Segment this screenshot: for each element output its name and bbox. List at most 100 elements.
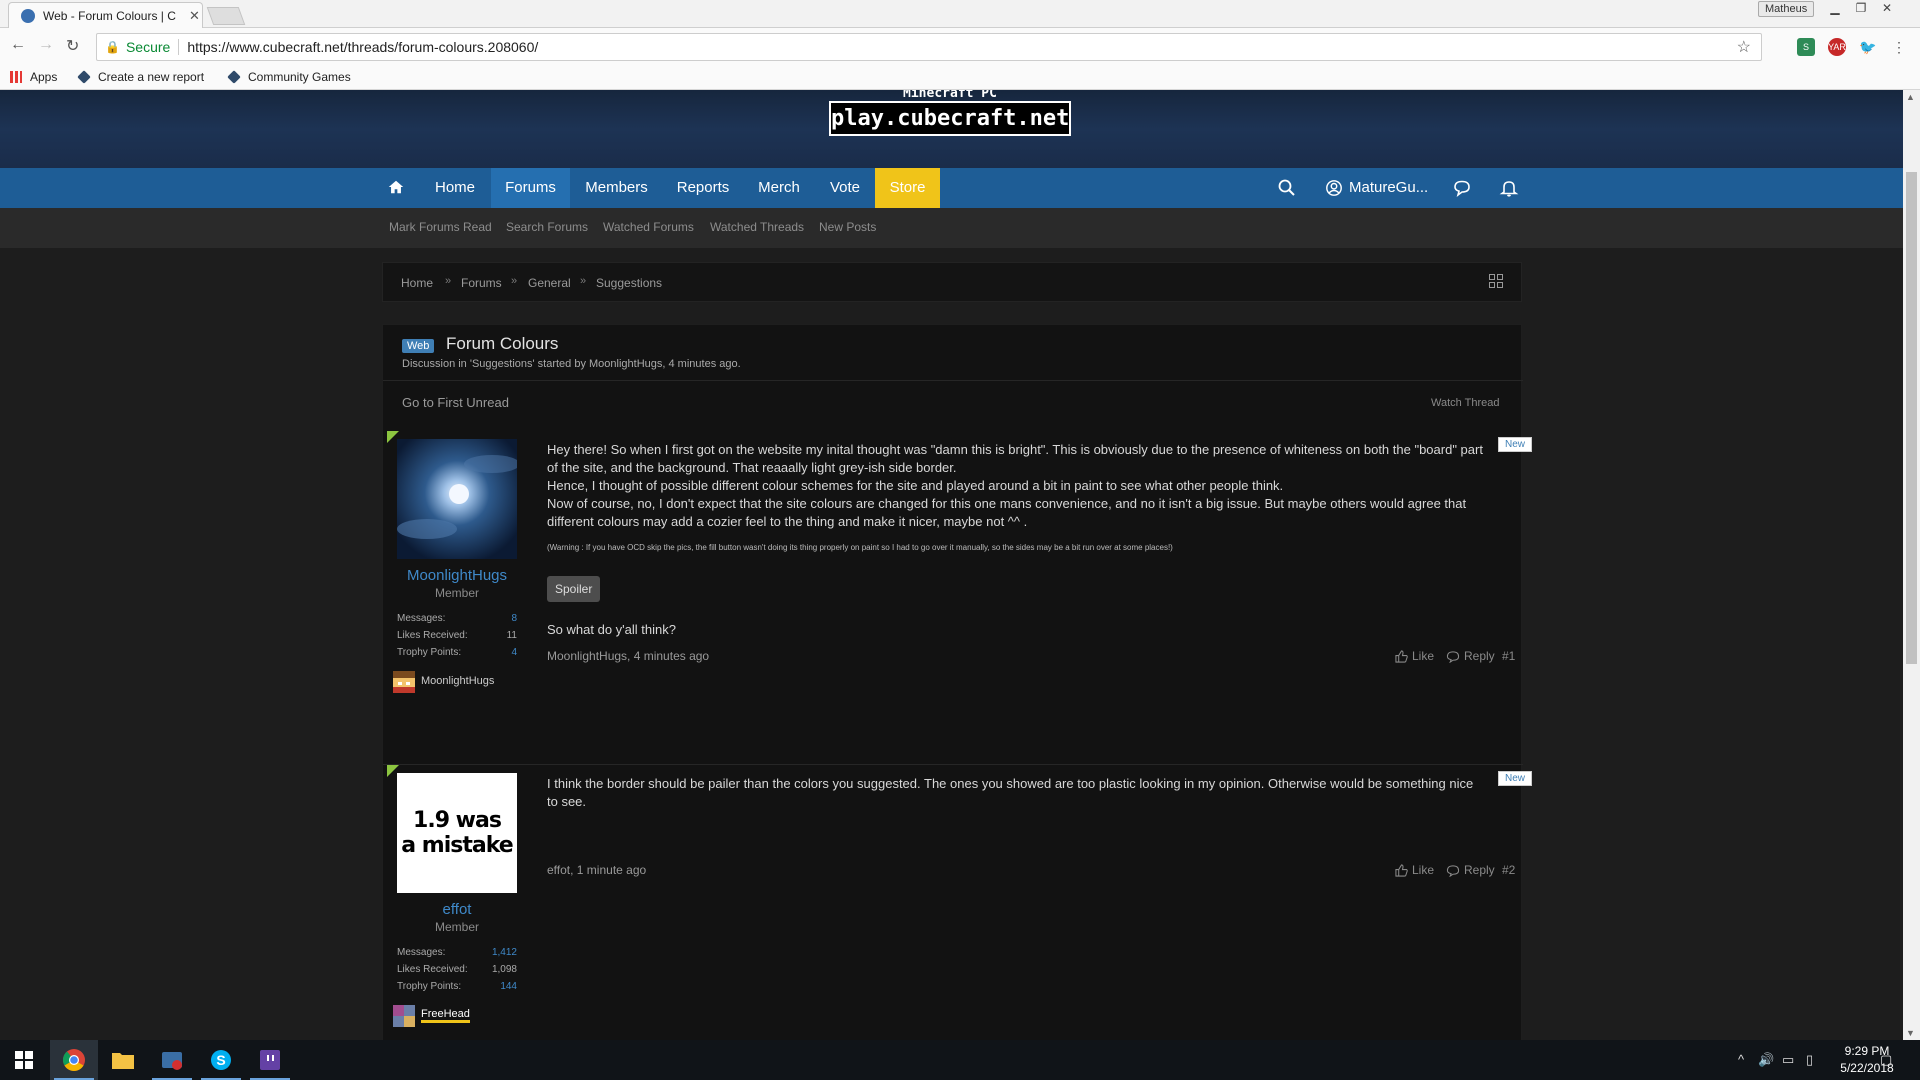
folder-icon — [112, 1053, 134, 1069]
taskbar-app[interactable] — [148, 1040, 196, 1080]
watched-forums-link[interactable]: Watched Forums — [603, 220, 694, 234]
stat-value[interactable]: 4 — [511, 647, 517, 658]
post-paragraph: Hence, I thought of possible different c… — [547, 478, 1284, 493]
reload-icon[interactable]: ↻ — [66, 36, 79, 56]
sub-nav: Mark Forums Read Search Forums Watched F… — [0, 208, 1903, 248]
extension-icon[interactable]: YAR — [1828, 38, 1846, 56]
hero-banner: Minecraft PC IP: play.cubecraft.net — [0, 90, 1903, 168]
taskbar-file-explorer[interactable] — [99, 1040, 147, 1080]
notifications-icon[interactable]: ▢ — [1880, 1052, 1892, 1068]
minimize-icon[interactable]: ▁ — [1822, 0, 1848, 18]
tab-active[interactable]: Web - Forum Colours | C ✕ — [8, 2, 203, 28]
nav-vote[interactable]: Vote — [820, 168, 870, 208]
breadcrumb-forums[interactable]: Forums — [461, 276, 502, 290]
nav-forums[interactable]: Forums — [491, 168, 570, 208]
stat-trophy: Trophy Points: 4 — [397, 647, 517, 658]
restore-icon[interactable]: ❐ — [1848, 0, 1874, 18]
mark-forums-read-link[interactable]: Mark Forums Read — [389, 220, 492, 234]
taskbar-skype[interactable]: S — [197, 1040, 245, 1080]
start-button[interactable] — [0, 1040, 48, 1080]
post-username[interactable]: effot — [383, 901, 531, 918]
go-to-first-unread-link[interactable]: Go to First Unread — [402, 395, 509, 410]
scroll-up-icon[interactable]: ▲ — [1906, 92, 1915, 102]
stat-value[interactable]: 144 — [500, 981, 517, 992]
volume-icon[interactable]: 🔊 — [1758, 1052, 1774, 1068]
tab-title: Web - Forum Colours | C — [43, 8, 176, 23]
search-forums-link[interactable]: Search Forums — [506, 220, 588, 234]
breadcrumb-separator: » — [445, 275, 452, 287]
back-icon[interactable]: ← — [10, 36, 26, 54]
breadcrumb-home[interactable]: Home — [401, 276, 433, 290]
language-icon[interactable]: ▯ — [1806, 1052, 1813, 1068]
menu-icon[interactable]: ⋮ — [1890, 38, 1908, 56]
post: 1.9 was a mistake effot Member Messages:… — [383, 765, 1533, 1040]
stat-value[interactable]: 1,412 — [492, 947, 517, 958]
twitter-icon[interactable]: 🐦 — [1859, 38, 1877, 56]
badge-name: FreeHead — [421, 1008, 470, 1023]
avatar-text: 1.9 was — [413, 808, 502, 833]
network-icon[interactable]: ▭ — [1782, 1052, 1794, 1068]
thread-header: Web Forum Colours Discussion in 'Suggest… — [383, 325, 1523, 381]
account-menu[interactable]: MatureGu... — [1325, 168, 1428, 208]
reply-button[interactable]: Reply — [1446, 649, 1495, 663]
user-title: Member — [434, 586, 479, 600]
avatar-text: a mistake — [401, 833, 513, 858]
breadcrumb-separator: » — [511, 275, 518, 287]
reply-button[interactable]: Reply — [1446, 863, 1495, 877]
post-permalink[interactable]: #2 — [1502, 863, 1515, 877]
window-close-icon[interactable]: ✕ — [1874, 0, 1900, 18]
profile-button[interactable]: Matheus — [1758, 1, 1815, 17]
breadcrumb-general[interactable]: General — [528, 276, 571, 290]
watch-thread-link[interactable]: Watch Thread — [1431, 397, 1499, 409]
windows-logo-icon — [15, 1051, 33, 1069]
new-post-badge: New — [1498, 771, 1533, 786]
post-body: I think the border should be pailer than… — [547, 775, 1487, 811]
post-footer-meta[interactable]: effot, 1 minute ago — [547, 863, 646, 877]
home-icon[interactable] — [387, 178, 405, 196]
scroll-down-icon[interactable]: ▼ — [1906, 1028, 1915, 1038]
scrollbar-thumb[interactable] — [1906, 172, 1917, 664]
address-bar[interactable]: 🔒 Secure https://www.cubecraft.net/threa… — [96, 33, 1762, 61]
bookmark-star-icon[interactable]: ☆ — [1737, 37, 1751, 57]
post-permalink[interactable]: #1 — [1502, 649, 1515, 663]
bookmark-apps[interactable]: Apps — [10, 70, 57, 84]
conversations-icon[interactable] — [1452, 178, 1472, 198]
forward-icon[interactable]: → — [38, 36, 54, 54]
bookmark-community-games[interactable]: Community Games — [227, 70, 351, 84]
tab-close-icon[interactable]: ✕ — [189, 8, 200, 24]
svg-text:S: S — [216, 1052, 225, 1068]
new-posts-link[interactable]: New Posts — [819, 220, 876, 234]
post-paragraph: I think the border should be pailer than… — [547, 776, 1474, 809]
alerts-bell-icon[interactable] — [1499, 178, 1519, 198]
watched-threads-link[interactable]: Watched Threads — [710, 220, 804, 234]
new-tab-button[interactable] — [206, 7, 246, 25]
search-icon[interactable] — [1277, 178, 1297, 198]
post-username[interactable]: MoonlightHugs — [383, 567, 531, 584]
bookmark-create-report[interactable]: Create a new report — [77, 70, 204, 84]
post-footer-meta[interactable]: MoonlightHugs, 4 minutes ago — [547, 649, 709, 663]
stat-value: 11 — [506, 630, 517, 641]
nav-store[interactable]: Store — [875, 168, 940, 208]
avatar[interactable] — [397, 439, 517, 559]
extension-icon[interactable]: S — [1797, 38, 1815, 56]
like-label: Like — [1412, 863, 1435, 877]
spoiler-button[interactable]: Spoiler — [547, 576, 601, 602]
nav-home[interactable]: Home — [423, 168, 487, 208]
badge-name: MoonlightHugs — [421, 675, 495, 687]
taskbar-chrome[interactable] — [50, 1040, 98, 1080]
nav-merch[interactable]: Merch — [748, 168, 810, 208]
breadcrumb: Home » Forums » General » Suggestions — [382, 262, 1522, 302]
minecraft-head-icon — [393, 1005, 415, 1027]
taskbar-twitch[interactable] — [246, 1040, 294, 1080]
breadcrumb-suggestions[interactable]: Suggestions — [596, 276, 662, 290]
url-text[interactable]: https://www.cubecraft.net/threads/forum-… — [187, 39, 538, 55]
tray-overflow-icon[interactable]: ^ — [1738, 1052, 1744, 1067]
avatar[interactable]: 1.9 was a mistake — [397, 773, 517, 893]
like-button[interactable]: Like — [1395, 863, 1434, 877]
stat-value[interactable]: 8 — [511, 613, 517, 624]
like-label: Like — [1412, 649, 1435, 663]
like-button[interactable]: Like — [1395, 649, 1434, 663]
thread-prefix-badge[interactable]: Web — [402, 339, 435, 353]
minecraft-head-icon — [393, 671, 415, 693]
grid-view-icon[interactable] — [1489, 274, 1503, 288]
